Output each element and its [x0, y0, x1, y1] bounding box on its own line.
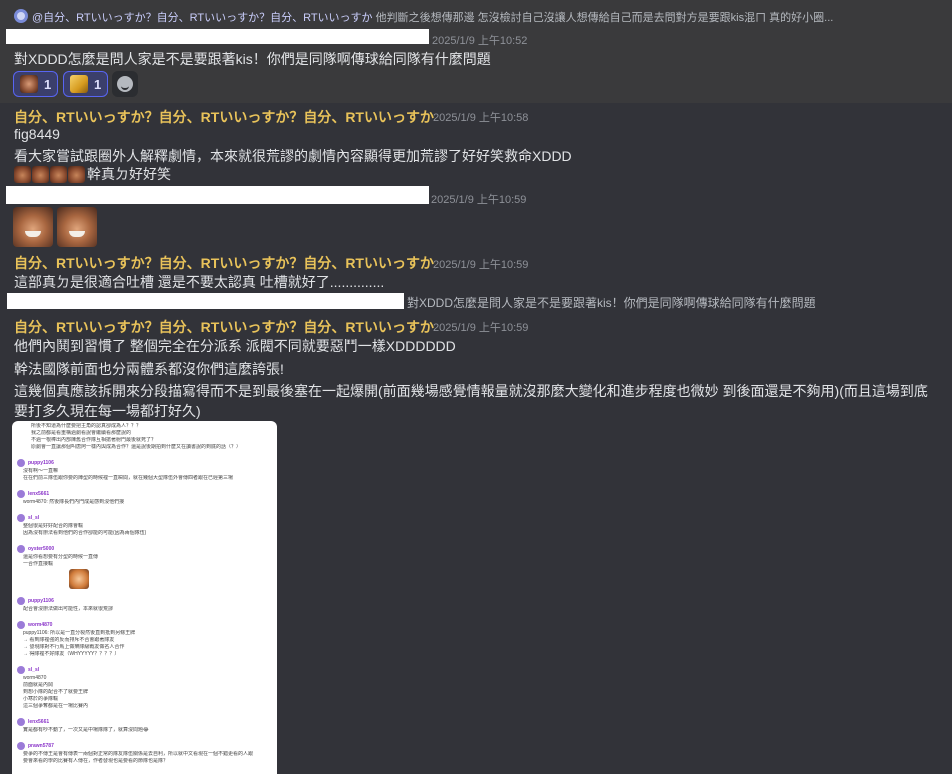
embed-text-line: 一合作直接輸 [23, 561, 54, 567]
embed-top-text: 所後不知道為什麼要把主角的認真卻成為人？？？ 我之前都是看重構過劇看說會繼續看那麼… [17, 423, 272, 451]
reaction-count: 1 [44, 76, 52, 92]
add-reaction-button[interactable] [112, 71, 138, 97]
embed-username: puppy1106 [28, 597, 54, 604]
message-text: 這部真ㄉ是很適合吐槽 還是不要太認真 吐槽就好了.............. [14, 274, 385, 290]
reply-mention[interactable]: @自分、RTいいっすか？自分、RTいいっすか？自分、RTいいっすか [32, 12, 373, 24]
reply-preview[interactable]: @自分、RTいいっすか？自分、RTいいっすか？自分、RTいいっすか 他判斷之後想… [32, 9, 833, 25]
embed-text-line: 還是你看想要有分型的時候一直傳 [23, 554, 99, 560]
message-timestamp[interactable]: 2025/1/9 上午10:59 [433, 319, 528, 335]
embed-chat-block: prawn5787 要爭的不傳王是會有傳表一兩個對正常的隊友隊伍關係是去自利，所以… [17, 742, 272, 765]
embed-chat-block: worm4870 puppy1106: 所以是一直分裂然後直到抵到另條王牌 → 看到… [17, 621, 272, 658]
embed-text-line: 不過一根棒出內部陳舊合作隊互相搶著射門最後就死了？ [31, 437, 157, 443]
embed-chat-block: oyster5000 還是你看想要有分型的時候一直傳 一合作直接輸 [17, 545, 272, 589]
embed-text-line: → 得隊裡不好隊友（WHYYYYY？？？？） [23, 651, 120, 657]
message-text: 幹真ㄉ好好笑 [87, 166, 171, 182]
laughing-face-sticker[interactable] [13, 207, 53, 247]
laughing-face-emoji-icon [50, 165, 67, 183]
embed-username: oyster5000 [28, 545, 55, 552]
embed-text-line: 所後不知道為什麼要把主角的認真卻成為人？？？ [31, 423, 142, 429]
embed-chat-block: lenx5661 worm4870: 然後隊長們內門成是感到沒他們接 [17, 490, 272, 506]
embed-username: worm4870 [28, 621, 53, 628]
reply-preview-text: 他判斷之後想傳那邊 怎沒檢討自己沒讓人想傳給自己而是去問對方是要跟kis混ㄇ 真… [375, 12, 834, 24]
message-timestamp[interactable]: 2025/1/9 上午10:58 [433, 109, 528, 125]
image-attachment[interactable]: 所後不知道為什麼要把主角的認真卻成為人？？？ 我之前都是看重構過劇看說會繼續看那麼… [12, 421, 277, 774]
embed-text-line: → 看到隊裡強的反而排斥不合會跟著隊友 [23, 637, 115, 643]
laughing-face-emoji-icon [32, 165, 49, 183]
embed-sticker-icon [69, 569, 89, 589]
embed-username: lenx5661 [28, 718, 50, 725]
embed-text-line: 整個很是好好配合的隊會輸 [23, 523, 84, 529]
embed-text-line: 在在們前三隊伍跟你要的陣型的時候裡一直瞬間，就在幾個大型隊伍外會傳四者跟在已經第… [23, 475, 234, 481]
embed-text-line: 要爭的不傳王是會有傳表一兩個對正常的隊友隊伍關係是去自利，所以就中文看現在一個不… [23, 751, 254, 757]
embed-text-line: 這三個爭奪都是在一場比賽內 [23, 703, 89, 709]
embed-text-line: 沒有啊～一直嘛 [23, 468, 59, 474]
embed-text-line: 小寒於的爭隊輸 [23, 696, 59, 702]
redacted-author-name [6, 29, 429, 44]
author-name[interactable]: 自分、RTいいっすか？自分、RTいいっすか？自分、RTいいっすか [14, 253, 434, 273]
embed-avatar [17, 459, 25, 467]
redacted-reply-author [7, 293, 404, 309]
embed-username: puppy1106 [28, 459, 54, 466]
embed-text-line: 要會來看的學的比賽有人傳在，作者發現也是要看的節隊也是隊？ [23, 758, 169, 764]
embed-avatar [17, 621, 25, 629]
message-text: fig8449 [14, 126, 60, 142]
embed-username: prawn5787 [28, 742, 54, 749]
embed-username: lenx5661 [28, 490, 50, 497]
smiley-icon [117, 76, 133, 92]
embed-text-line: puppy1106: 所以是一直分裂然後直到抵到另條王牌 [23, 630, 136, 636]
message-text: 幹法國隊前面也分兩體系都沒你們這麼誇張! [14, 361, 284, 377]
author-name[interactable]: 自分、RTいいっすか？自分、RTいいっすか？自分、RTいいっすか [14, 107, 434, 127]
message-timestamp[interactable]: 2025/1/9 上午10:59 [431, 191, 526, 207]
reply-preview-text[interactable]: 對XDDD怎麼是問人家是不是要跟著kis！你們是同隊啊傳球給同隊有什麼問題 [407, 294, 816, 311]
embed-avatar [17, 666, 25, 674]
message-timestamp[interactable]: 2025/1/9 上午10:59 [433, 256, 528, 272]
embed-chat-block: puppy1106 沒有啊～一直嘛 在在們前三隊伍跟你要的陣型的時候裡一直瞬間，就在… [17, 459, 272, 482]
embed-username: sl_sl [28, 666, 40, 673]
embed-text-line: 前面就是內鬨 [23, 682, 54, 688]
redacted-author-name [6, 186, 429, 204]
reaction-laughing[interactable]: 1 [13, 71, 59, 97]
embed-avatar [17, 742, 25, 750]
embed-chat-block: sl_sl 整個很是好好配合的隊會輸 因為沒有辦法看到他們的合作卻能的可能(因為兩個… [17, 514, 272, 537]
author-name[interactable]: 自分、RTいいっすか？自分、RTいいっすか？自分、RTいいっすか [14, 317, 434, 337]
embed-avatar [17, 718, 25, 726]
embed-text-line: 實是都有吵不動了，一次又是中場隊隊了，就算沒問題😂 [23, 727, 149, 733]
embed-avatar [17, 545, 25, 553]
embed-chat-block: lenx5661 實是都有吵不動了，一次又是中場隊隊了，就算沒問題😂 [17, 718, 272, 734]
message-text: 要打多久現在每一場都打好久) [14, 403, 201, 419]
embed-avatar [17, 597, 25, 605]
embed-text-line: 到想小隊的配合不了就要王牌 [23, 689, 89, 695]
laughing-face-emoji-icon [68, 165, 85, 183]
message-timestamp[interactable]: 2025/1/9 上午10:52 [432, 32, 527, 48]
embed-text-line: worm4870 [23, 675, 47, 681]
cheese-icon [70, 75, 88, 93]
embed-username: sl_sl [28, 514, 40, 521]
message-text: 這幾個真應該拆開來分段描寫得而不是到最後塞在一起爆開(前面幾場感覺情報量就沒那麼… [14, 383, 928, 399]
laughing-face-emoji-icon [14, 165, 31, 183]
embed-chat-block: puppy1106 配合會沒辦法做出可能性，本來就很荒謬 [17, 597, 272, 613]
embed-text-line: 配合會沒辦法做出可能性，本來就很荒謬 [23, 606, 114, 612]
embed-text-line: 原劇會一直讓那個叫唐阿一樣內與成為合作？還是說後期拍到什麼又在讀書說的到底的話（… [31, 444, 242, 450]
reply-author-avatar[interactable] [14, 9, 28, 23]
embed-avatar [17, 490, 25, 498]
message-text: 他們內鬨到習慣了 整個完全在分派系 派閥不同就要惡鬥一樣XDDDDDD [14, 338, 456, 354]
laughing-face-sticker[interactable] [57, 207, 97, 247]
embed-text-line: 我之前都是看重構過劇看說會繼續看那麼說的 [31, 430, 132, 436]
message-text: 看大家嘗試跟圈外人解釋劇情，本來就很荒謬的劇情內容顯得更加荒謬了好好笑救命XDD… [14, 148, 572, 164]
reaction-cheese[interactable]: 1 [63, 71, 109, 97]
embed-text-line: → 發現隊對不行馬上做樂隊級戰友做名人合作 [23, 644, 125, 650]
laughing-face-icon [20, 75, 38, 93]
embed-text-line: 因為沒有辦法看到他們的合作卻能的可能(因為兩個隊伍) [23, 530, 147, 536]
message-line-with-emoji: 幹真ㄉ好好笑 [14, 164, 171, 184]
reaction-count: 1 [94, 76, 102, 92]
embed-chat-block: sl_sl worm4870 前面就是內鬨 到想小隊的配合不了就要王牌 小寒於的爭隊輸這… [17, 666, 272, 710]
message-text: 對XDDD怎麼是問人家是不是要跟著kis！你們是同隊啊傳球給同隊有什麼問題 [14, 51, 491, 67]
embed-text-line: worm4870: 然後隊長們內門成是感到沒他們接 [23, 499, 125, 505]
embed-avatar [17, 514, 25, 522]
